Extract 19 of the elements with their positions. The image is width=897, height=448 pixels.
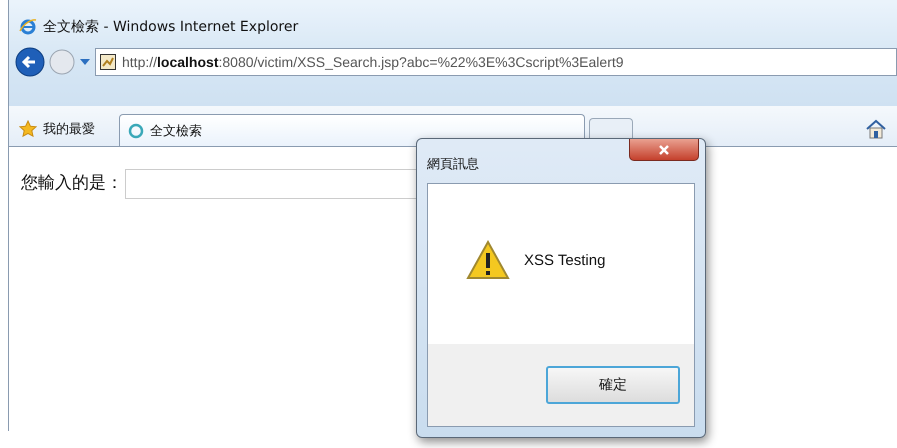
- dialog-title: 網頁訊息: [427, 156, 479, 174]
- back-button[interactable]: [15, 47, 45, 77]
- ok-button[interactable]: 確定: [546, 366, 680, 404]
- page-icon: [100, 54, 116, 70]
- close-button[interactable]: [629, 139, 699, 161]
- loading-icon: [128, 122, 144, 138]
- input-label: 您輸入的是：: [21, 172, 123, 194]
- home-icon[interactable]: [865, 118, 887, 140]
- warning-icon: [466, 240, 510, 280]
- browser-logo-icon: [19, 18, 37, 36]
- favorites-button[interactable]: 我的最愛: [9, 112, 119, 146]
- address-bar[interactable]: http://localhost:8080/victim/XSS_Search.jsp?abc=%22%3E%3Cscript%3Ealert9: [95, 48, 897, 76]
- dropdown-icon[interactable]: [79, 58, 91, 66]
- browser-tab[interactable]: 全文檢索: [119, 114, 585, 146]
- url-text: http://localhost:8080/victim/XSS_Search.jsp?abc=%22%3E%3Cscript%3Ealert9: [122, 54, 624, 70]
- dialog-message: XSS Testing: [524, 252, 606, 268]
- close-icon: [658, 144, 670, 156]
- window-title: 全文檢索 - Windows Internet Explorer: [43, 18, 298, 36]
- star-icon: [19, 120, 37, 138]
